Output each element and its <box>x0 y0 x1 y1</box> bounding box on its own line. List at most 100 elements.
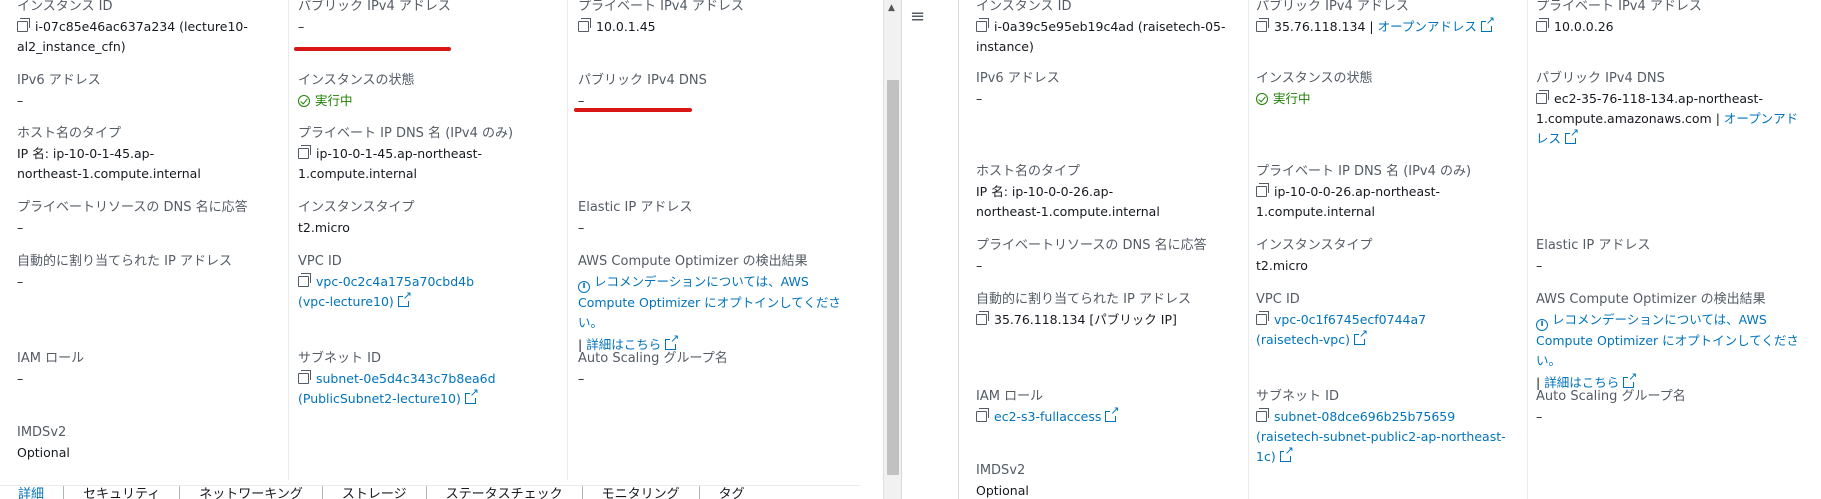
private-dns-value: ip-10-0-0-26.ap-northeast-1.compute.inte… <box>1256 184 1441 219</box>
ipv6-value: – <box>17 93 24 108</box>
ipv6-label: IPv6 アドレス <box>17 73 101 88</box>
public-ipv4-value: 35.76.118.134 <box>1274 19 1366 34</box>
compute-optimizer-field: AWS Compute Optimizer の検出結果 i レコメンデーションにつ… <box>578 252 853 355</box>
imdsv2-value: Optional <box>976 483 1029 498</box>
external-link-icon[interactable] <box>1565 127 1580 144</box>
resource-dns-label: プライベートリソースの DNS 名に応答 <box>976 238 1207 253</box>
copy-icon[interactable] <box>976 18 989 32</box>
tab-networking[interactable]: ネットワーキング <box>180 486 323 499</box>
vpc-id-label: VPC ID <box>1256 292 1300 307</box>
resource-dns-field: プライベートリソースの DNS 名に応答 – <box>976 236 1207 276</box>
imdsv2-label: IMDSv2 <box>976 463 1026 478</box>
public-ipv4-label: パブリック IPv4 アドレス <box>298 0 451 14</box>
public-dns-label: パブリック IPv4 DNS <box>578 73 707 88</box>
private-dns-label: プライベート IP DNS 名 (IPv4 のみ) <box>1256 164 1472 179</box>
resource-dns-value: – <box>17 220 24 235</box>
elastic-ip-label: Elastic IP アドレス <box>578 200 693 215</box>
private-dns-field: プライベート IP DNS 名 (IPv4 のみ) ip-10-0-0-26.a… <box>1256 162 1472 222</box>
tab-details[interactable]: 詳細 <box>0 486 65 499</box>
instance-type-value: t2.micro <box>1256 258 1308 273</box>
instance-type-label: インスタンスタイプ <box>298 200 415 215</box>
public-dns-field: パブリック IPv4 DNS – <box>578 71 707 111</box>
copy-icon[interactable] <box>976 408 989 422</box>
scrollbar-thumb[interactable] <box>887 80 899 475</box>
ipv6-label: IPv6 アドレス <box>976 71 1060 86</box>
info-icon: i <box>578 281 590 293</box>
copy-icon[interactable] <box>1256 18 1269 32</box>
auto-ip-field: 自動的に割り当てられた IP アドレス – <box>17 252 232 292</box>
external-link-icon[interactable] <box>1279 445 1294 462</box>
hamburger-icon[interactable]: ≡ <box>910 6 925 27</box>
open-address-link[interactable]: オープンアドレス <box>1378 19 1477 34</box>
asg-field: Auto Scaling グループ名 – <box>1536 387 1686 427</box>
copy-icon[interactable] <box>1256 408 1269 422</box>
subnet-id-label: サブネット ID <box>1256 389 1339 404</box>
external-link-icon[interactable] <box>397 290 412 307</box>
hostname-type-value: IP 名: ip-10-0-1-45.ap-northeast-1.comput… <box>17 146 201 181</box>
auto-ip-field: 自動的に割り当てられた IP アドレス 35.76.118.134 [パブリック… <box>976 290 1191 330</box>
auto-ip-label: 自動的に割り当てられた IP アドレス <box>17 254 232 269</box>
copy-icon[interactable] <box>1536 90 1549 104</box>
copy-icon[interactable] <box>298 145 311 159</box>
instance-id-value: i-0a39c5e95eb19c4ad (raisetech-05-instan… <box>976 19 1226 54</box>
tab-storage[interactable]: ストレージ <box>323 486 427 499</box>
check-circle-icon <box>298 95 310 107</box>
copy-icon[interactable] <box>1256 311 1269 325</box>
check-circle-icon <box>1256 93 1268 105</box>
resource-dns-field: プライベートリソースの DNS 名に応答 – <box>17 198 248 238</box>
copy-icon[interactable] <box>17 18 30 32</box>
elastic-ip-value: – <box>1536 258 1543 273</box>
iam-role-field: IAM ロール – <box>17 349 84 389</box>
instance-id-value: i-07c85e46ac637a234 (lecture10-al2_insta… <box>17 19 248 54</box>
iam-role-field: IAM ロール ec2-s3-fullaccess <box>976 387 1120 427</box>
iam-role-label: IAM ロール <box>17 351 85 366</box>
elastic-ip-field: Elastic IP アドレス – <box>578 198 692 238</box>
external-link-icon[interactable] <box>1105 405 1120 422</box>
tab-status-checks[interactable]: ステータスチェック <box>427 486 583 499</box>
asg-value: – <box>578 371 585 386</box>
public-ipv4-field: パブリック IPv4 アドレス – <box>298 0 558 37</box>
external-link-icon[interactable] <box>1480 15 1495 32</box>
instance-id-field: インスタンス ID i-07c85e46ac637a234 (lecture10… <box>17 0 277 57</box>
imdsv2-field: IMDSv2 Optional <box>976 461 1029 499</box>
compute-optimizer-label: AWS Compute Optimizer の検出結果 <box>1536 292 1766 307</box>
private-ipv4-label: プライベート IPv4 アドレス <box>578 0 744 14</box>
external-link-icon[interactable] <box>1354 328 1368 345</box>
window-divider <box>901 0 902 499</box>
tab-monitoring[interactable]: モニタリング <box>583 486 700 499</box>
tab-security[interactable]: セキュリティ <box>64 486 181 499</box>
copy-icon[interactable] <box>298 370 311 384</box>
scroll-up-arrow-icon[interactable]: ▲ <box>888 3 895 13</box>
ipv6-field: IPv6 アドレス – <box>976 69 1060 109</box>
vpc-id-link[interactable]: vpc-0c2c4a175a70cbd4b (vpc-lecture10) <box>298 274 474 309</box>
iam-role-link[interactable]: ec2-s3-fullaccess <box>994 409 1101 424</box>
instance-id-label: インスタンス ID <box>976 0 1072 14</box>
details-tab-bar: 詳細 セキュリティ ネットワーキング ストレージ ステータスチェック モニタリング タグ <box>0 485 860 499</box>
external-link-icon[interactable] <box>464 387 479 404</box>
copy-icon[interactable] <box>1256 183 1269 197</box>
column-separator <box>1248 0 1249 499</box>
public-dns-label: パブリック IPv4 DNS <box>1536 71 1665 86</box>
copy-icon[interactable] <box>976 311 989 325</box>
instance-type-value: t2.micro <box>298 220 350 235</box>
copy-icon[interactable] <box>578 18 591 32</box>
instance-state-label: インスタンスの状態 <box>1256 71 1373 86</box>
column-separator <box>288 0 289 480</box>
tab-tags[interactable]: タグ <box>700 486 764 499</box>
iam-role-value: – <box>17 371 24 386</box>
imdsv2-value: Optional <box>17 445 70 460</box>
vpc-id-link[interactable]: vpc-0c1f6745ecf0744a7 (raisetech-vpc) <box>1256 312 1426 347</box>
instance-type-label: インスタンスタイプ <box>1256 238 1373 253</box>
compute-optimizer-text[interactable]: レコメンデーションについては、AWS Compute Optimizer にオプ… <box>578 274 841 330</box>
asg-label: Auto Scaling グループ名 <box>1536 389 1686 404</box>
left-instance-details: インスタンス ID i-07c85e46ac637a234 (lecture10… <box>0 0 860 499</box>
copy-icon[interactable] <box>298 273 311 287</box>
compute-optimizer-text[interactable]: レコメンデーションについては、AWS Compute Optimizer にオプ… <box>1536 312 1799 368</box>
info-icon: i <box>1536 319 1548 331</box>
instance-state-field: インスタンスの状態 実行中 <box>1256 69 1372 109</box>
elastic-ip-field: Elastic IP アドレス – <box>1536 236 1650 276</box>
copy-icon[interactable] <box>1536 18 1549 32</box>
vertical-scrollbar[interactable]: ▲ <box>883 0 901 499</box>
instance-id-field: インスタンス ID i-0a39c5e95eb19c4ad (raisetech… <box>976 0 1236 57</box>
instance-id-label: インスタンス ID <box>17 0 113 14</box>
